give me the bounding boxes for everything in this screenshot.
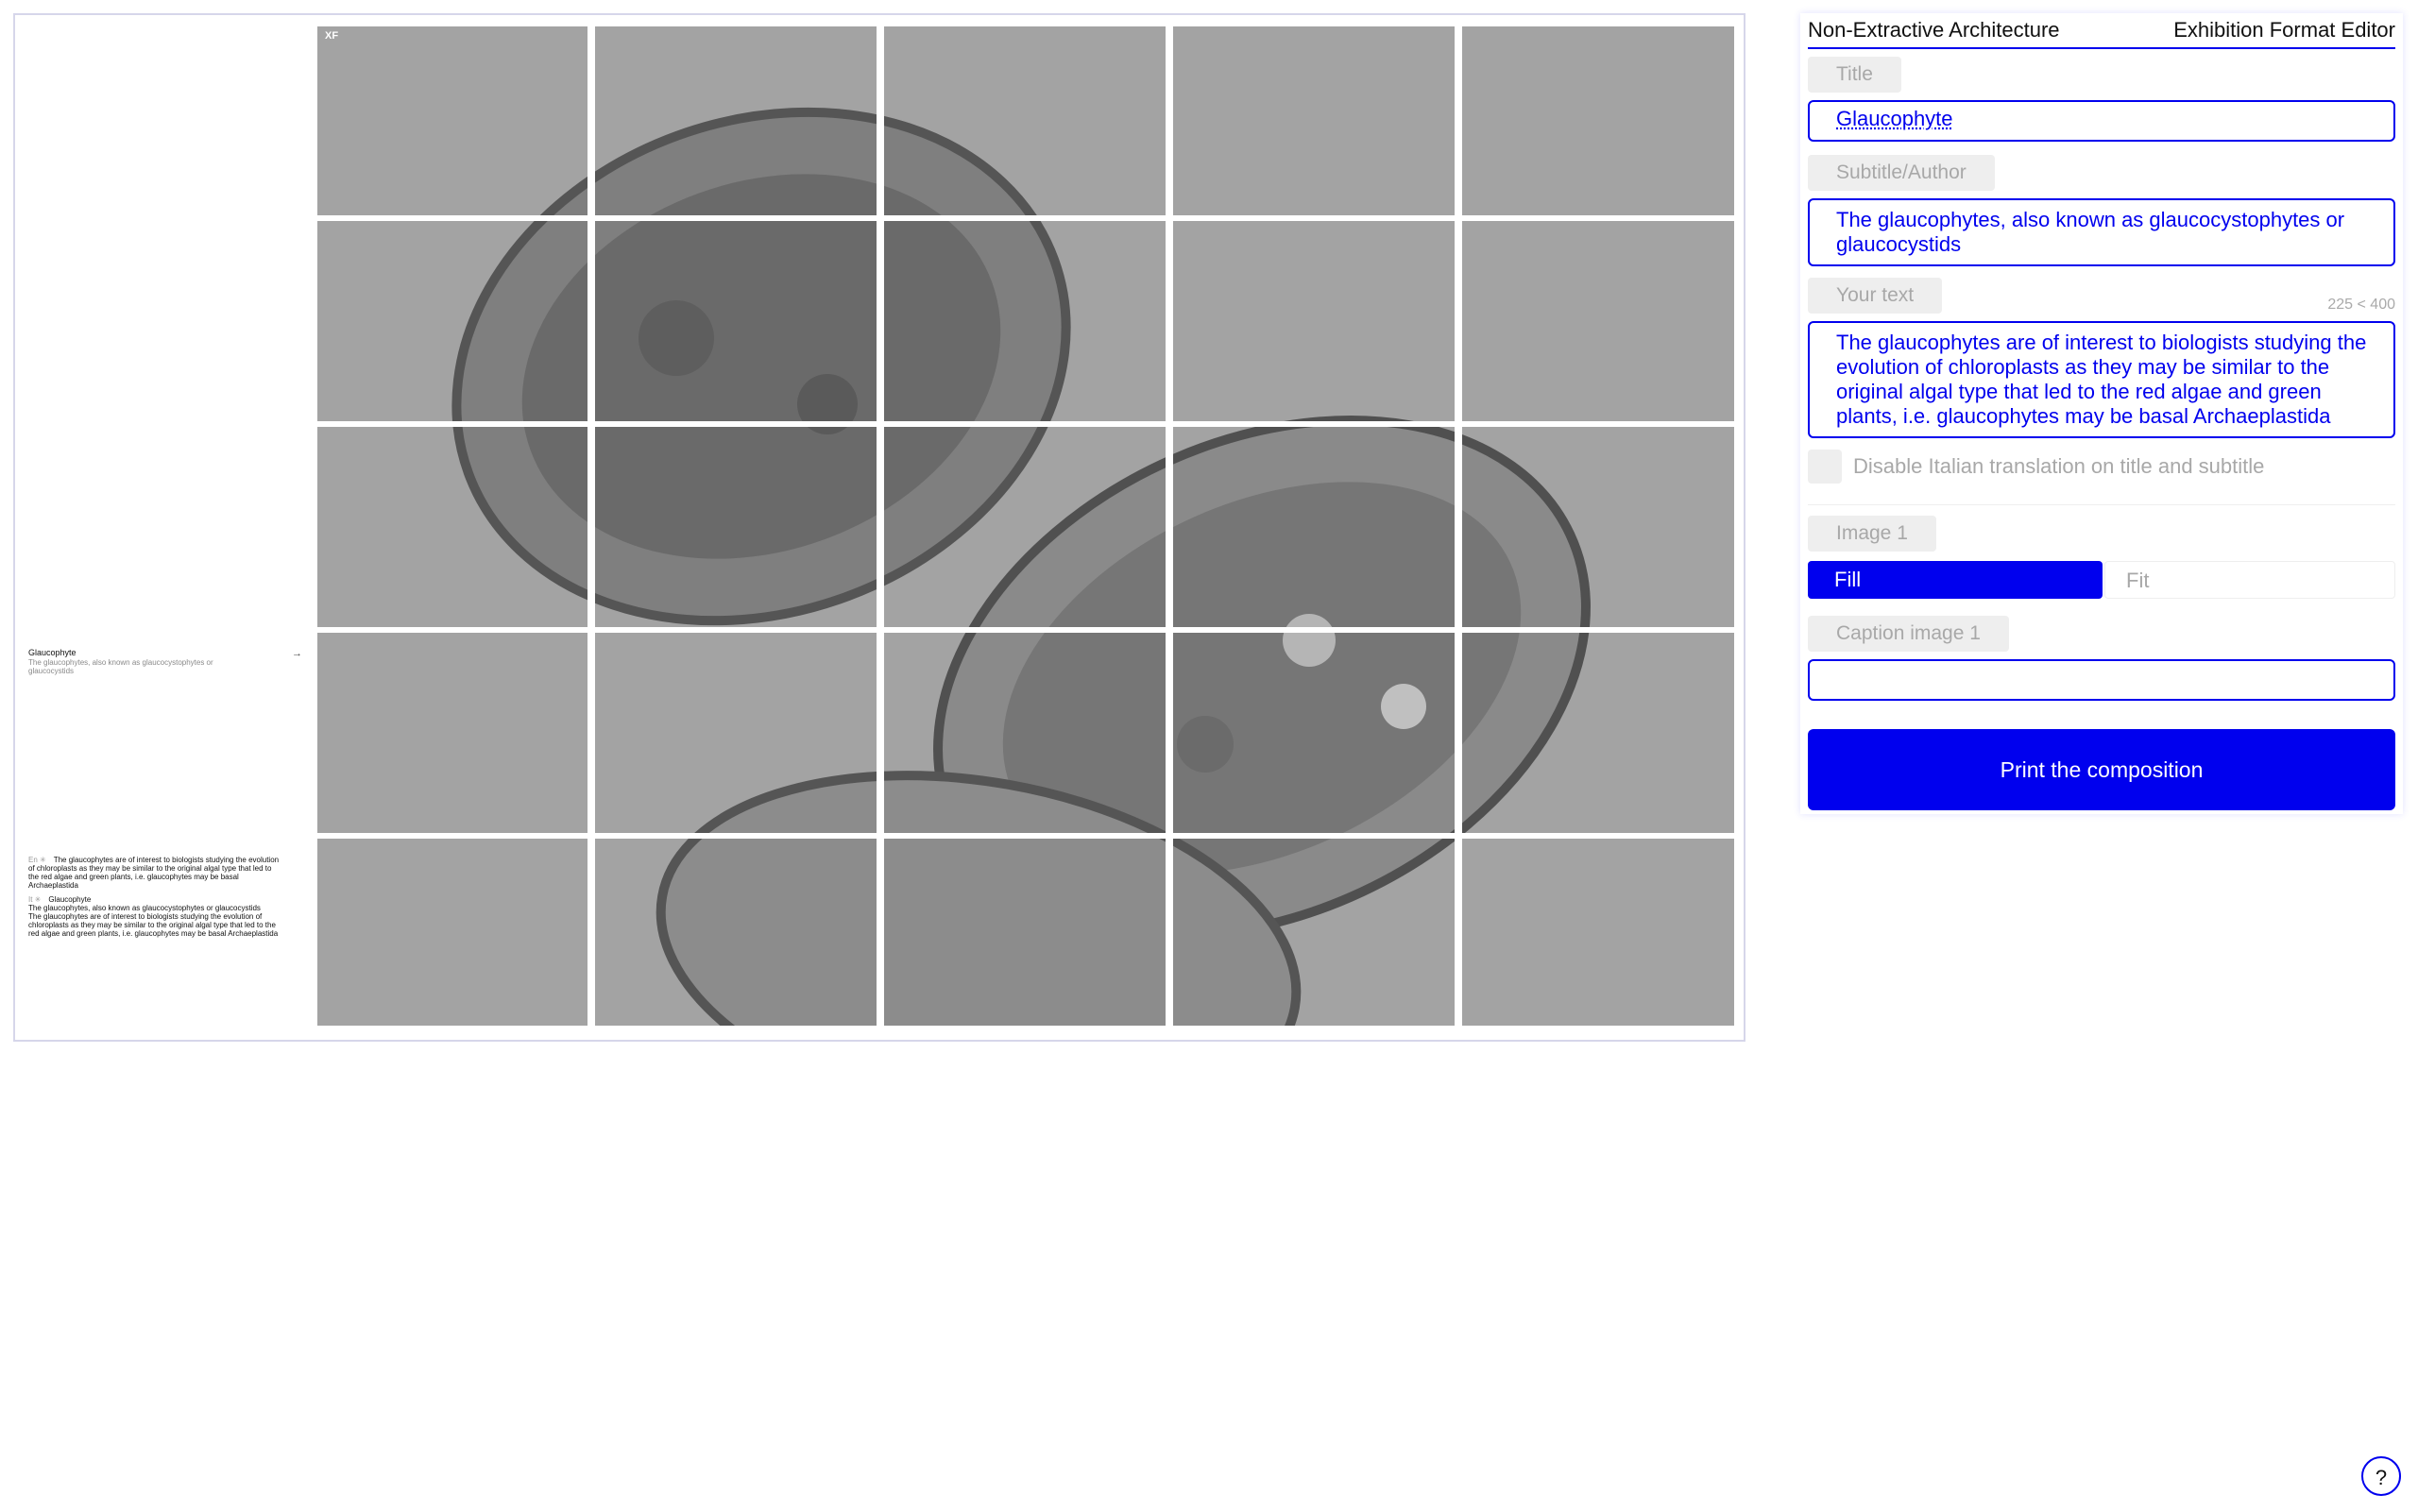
- image-tile-grid: XF: [317, 26, 1734, 1031]
- composition-preview: Glaucophyte The glaucophytes, also known…: [13, 13, 1745, 1042]
- title-input-value: Glaucophyte: [1836, 107, 1953, 130]
- image-mode-selector: Fill Fit: [1808, 561, 2395, 599]
- image-tile: [595, 427, 877, 627]
- image-label: Image 1: [1808, 516, 1936, 552]
- caption-input[interactable]: [1808, 659, 2395, 701]
- title-label: Title: [1808, 57, 1901, 93]
- subtitle-input[interactable]: The glaucophytes, also known as glaucocy…: [1808, 198, 2395, 266]
- image-tile: [595, 26, 877, 215]
- fit-button[interactable]: Fit: [2104, 561, 2395, 599]
- translation-toggle-row[interactable]: Disable Italian translation on title and…: [1808, 450, 2395, 505]
- image-tile: [1173, 633, 1455, 833]
- image-tile: [884, 839, 1166, 1026]
- italian-subtitle: The glaucophytes, also known as glaucocy…: [28, 904, 261, 912]
- print-composition-button[interactable]: Print the composition: [1808, 729, 2395, 810]
- editor-header: Non-Extractive Architecture Exhibition F…: [1808, 13, 2395, 49]
- editor-panel: Non-Extractive Architecture Exhibition F…: [1800, 13, 2403, 814]
- image-tile: [317, 427, 587, 627]
- image-tile: [1462, 633, 1734, 833]
- character-counter: 225 < 400: [2327, 297, 2395, 313]
- logo-mark: XF: [325, 30, 339, 42]
- arrow-right-icon: →: [292, 648, 302, 659]
- image-tile: [1462, 427, 1734, 627]
- body-text-input[interactable]: The glaucophytes are of interest to biol…: [1808, 321, 2395, 438]
- image-tile: [1462, 839, 1734, 1026]
- english-text: The glaucophytes are of interest to biol…: [28, 856, 280, 890]
- subtitle-label: Subtitle/Author: [1808, 155, 1995, 191]
- image-tile: [317, 633, 587, 833]
- image-tile: [595, 221, 877, 421]
- preview-caption: Glaucophyte The glaucophytes, also known…: [28, 648, 302, 675]
- image-tile: [595, 839, 877, 1026]
- image-tile: [317, 221, 587, 421]
- image-tile: [884, 427, 1166, 627]
- editor-name: Exhibition Format Editor: [2173, 18, 2395, 42]
- image-tile: [884, 221, 1166, 421]
- help-button[interactable]: ?: [2361, 1456, 2401, 1496]
- image-tile: [1462, 26, 1734, 215]
- preview-body-text: En ✳ The glaucophytes are of interest to …: [28, 856, 283, 938]
- translation-toggle-label: Disable Italian translation on title and…: [1853, 454, 2265, 478]
- image-tile: [1173, 26, 1455, 215]
- italian-text: The glaucophytes are of interest to biol…: [28, 912, 279, 938]
- italian-title: Glaucophyte: [48, 895, 92, 904]
- preview-text-column: Glaucophyte The glaucophytes, also known…: [28, 15, 302, 1040]
- preview-caption-title: Glaucophyte: [28, 648, 77, 657]
- image-tile: XF: [317, 26, 587, 215]
- english-tag: En ✳: [28, 856, 46, 864]
- italian-tag: It ✳: [28, 895, 42, 904]
- fill-button[interactable]: Fill: [1808, 561, 2103, 599]
- image-tile: [595, 633, 877, 833]
- text-label: Your text: [1808, 278, 1943, 314]
- app-name: Non-Extractive Architecture: [1808, 18, 2060, 42]
- caption-label: Caption image 1: [1808, 616, 2009, 652]
- image-tile: [1173, 427, 1455, 627]
- title-input[interactable]: Glaucophyte: [1808, 100, 2395, 142]
- preview-caption-subtitle: The glaucophytes, also known as glaucocy…: [28, 658, 213, 675]
- translation-checkbox[interactable]: [1808, 450, 1842, 484]
- image-tile: [1173, 221, 1455, 421]
- image-tile: [1173, 839, 1455, 1026]
- image-tile: [1462, 221, 1734, 421]
- image-tile: [884, 633, 1166, 833]
- image-tile: [884, 26, 1166, 215]
- image-tile: [317, 839, 587, 1026]
